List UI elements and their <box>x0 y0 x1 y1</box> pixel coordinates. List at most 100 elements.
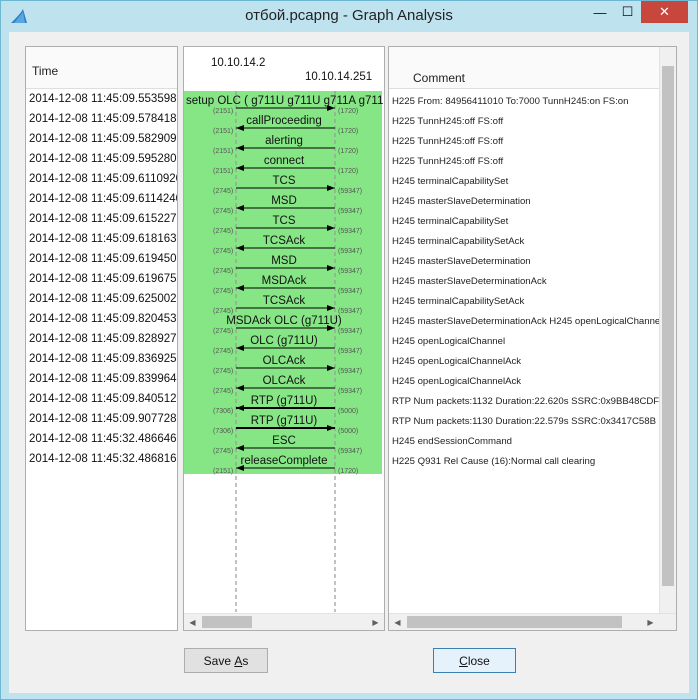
comment-row[interactable]: H245 terminalCapabilitySetAck <box>392 236 524 256</box>
flow-label: RTP (g711U) <box>251 415 318 427</box>
comment-row[interactable]: H225 TunnH245:off FS:off <box>392 136 503 156</box>
comment-row[interactable]: H225 TunnH245:off FS:off <box>392 156 503 176</box>
comment-row[interactable]: H245 masterSlaveDetermination <box>392 256 531 276</box>
close-window-button[interactable]: ✕ <box>641 1 688 23</box>
time-row[interactable]: 2014-12-08 11:45:32.4866460 <box>29 433 177 453</box>
comment-header: Comment <box>389 47 659 89</box>
scroll-left-arrow-icon[interactable]: ◀ <box>389 614 406 630</box>
port-a-label: (2745) <box>213 268 233 275</box>
port-b-label: (1720) <box>338 468 358 475</box>
time-row[interactable]: 2014-12-08 11:45:09.8399640 <box>29 373 177 393</box>
comment-row[interactable]: H245 masterSlaveDeterminationAck <box>392 276 547 296</box>
comment-row[interactable]: H225 Q931 Rel Cause (16):Normal call cle… <box>392 456 595 476</box>
port-a-label: (7306) <box>213 428 233 435</box>
time-row[interactable]: 2014-12-08 11:45:09.8204530 <box>29 313 177 333</box>
flow-label: OLC (g711U) <box>250 335 318 347</box>
time-row[interactable]: 2014-12-08 11:45:09.6114240 <box>29 193 177 213</box>
flow-label: MSD <box>271 195 297 207</box>
time-row[interactable]: 2014-12-08 11:45:09.8289270 <box>29 333 177 353</box>
port-b-label: (5000) <box>338 408 358 415</box>
comment-row[interactable]: H245 masterSlaveDeterminationAck H245 op… <box>392 316 662 336</box>
flow-label: MSDAck <box>262 275 307 287</box>
flow-label: MSDAck OLC (g711U) <box>226 315 342 327</box>
time-row[interactable]: 2014-12-08 11:45:09.8405120 <box>29 393 177 413</box>
flow-label: setup OLC ( g711U g711U g711A g711 <box>186 95 383 107</box>
graph-horizontal-scrollbar[interactable]: ◀ ▶ <box>184 613 384 630</box>
flow-diagram[interactable]: setup OLC ( g711U g711U g711A g711 (2151)… <box>184 47 385 615</box>
time-row[interactable]: 2014-12-08 11:45:09.8369250 <box>29 353 177 373</box>
flow-label: releaseComplete <box>241 455 328 467</box>
port-b-label: (1720) <box>338 128 358 135</box>
time-row[interactable]: 2014-12-08 11:45:09.9077280 <box>29 413 177 433</box>
port-b-label: (59347) <box>338 308 362 315</box>
graph-scroll-thumb[interactable] <box>202 616 252 628</box>
scroll-right-arrow-icon[interactable]: ▶ <box>367 614 384 630</box>
flow-label: alerting <box>265 135 303 147</box>
comment-pane[interactable]: Comment H225 From: 84956411010 To:7000 T… <box>388 46 677 631</box>
time-row[interactable]: 2014-12-08 11:45:09.6181630 <box>29 233 177 253</box>
time-row[interactable]: 2014-12-08 11:45:32.4868160 <box>29 453 177 473</box>
minimize-button[interactable]: — <box>586 1 614 23</box>
port-a-label: (2745) <box>213 448 233 455</box>
scroll-left-arrow-icon[interactable]: ◀ <box>184 614 201 630</box>
port-a-label: (2745) <box>213 308 233 315</box>
port-a-label: (2151) <box>213 468 233 475</box>
port-b-label: (1720) <box>338 108 358 115</box>
comment-row[interactable]: H245 terminalCapabilitySet <box>392 176 508 196</box>
time-row[interactable]: 2014-12-08 11:45:09.6196750 <box>29 273 177 293</box>
port-a-label: (2745) <box>213 328 233 335</box>
maximize-button[interactable]: ☐ <box>614 1 641 23</box>
time-row[interactable]: 2014-12-08 11:45:09.6194500 <box>29 253 177 273</box>
flow-label: ESC <box>272 435 296 447</box>
time-row[interactable]: 2014-12-08 11:45:09.5829090 <box>29 133 177 153</box>
comment-row[interactable]: RTP Num packets:1132 Duration:22.620s SS… <box>392 396 659 416</box>
time-row[interactable]: 2014-12-08 11:45:09.6110920 <box>29 173 177 193</box>
time-row[interactable]: 2014-12-08 11:45:09.6152270 <box>29 213 177 233</box>
time-pane[interactable]: Time 2014-12-08 11:45:09.5535980 2014-12-… <box>25 46 178 631</box>
close-button[interactable]: Close <box>433 648 516 673</box>
comment-row[interactable]: H245 openLogicalChannel <box>392 336 505 356</box>
comment-row[interactable]: H245 openLogicalChannelAck <box>392 376 521 396</box>
flow-label: TCS <box>273 175 296 187</box>
comment-row[interactable]: H245 masterSlaveDetermination <box>392 196 531 216</box>
port-b-label: (59347) <box>338 288 362 295</box>
save-as-button[interactable]: Save As <box>184 648 268 673</box>
port-a-label: (2745) <box>213 208 233 215</box>
flow-label: OLCAck <box>263 375 306 387</box>
flow-label: TCS <box>273 215 296 227</box>
title-bar[interactable]: отбой.pcapng - Graph Analysis — ☐ ✕ <box>1 1 697 32</box>
comment-row[interactable]: H225 TunnH245:off FS:off <box>392 116 503 136</box>
time-row[interactable]: 2014-12-08 11:45:09.5952800 <box>29 153 177 173</box>
scroll-right-arrow-icon[interactable]: ▶ <box>642 614 659 630</box>
port-a-label: (2151) <box>213 148 233 155</box>
time-row[interactable]: 2014-12-08 11:45:09.5535980 <box>29 93 177 113</box>
comment-row[interactable]: H245 endSessionCommand <box>392 436 512 456</box>
comment-row[interactable]: H245 openLogicalChannelAck <box>392 356 521 376</box>
flow-label: OLCAck <box>263 355 306 367</box>
flow-label: callProceeding <box>246 115 321 127</box>
port-a-label: (2745) <box>213 348 233 355</box>
graph-pane[interactable]: 10.10.14.2 10.10.14.251 setup OLC ( g711… <box>183 46 385 631</box>
comment-row[interactable]: H225 From: 84956411010 To:7000 TunnH245:… <box>392 96 628 116</box>
comment-row[interactable]: H245 terminalCapabilitySetAck <box>392 296 524 316</box>
comment-row[interactable]: H245 terminalCapabilitySet <box>392 216 508 236</box>
comment-hscroll-thumb[interactable] <box>407 616 622 628</box>
flow-label: MSD <box>271 255 297 267</box>
port-a-label: (2151) <box>213 128 233 135</box>
flow-label: RTP (g711U) <box>251 395 318 407</box>
dialog-client-area: Time 2014-12-08 11:45:09.5535980 2014-12-… <box>9 32 689 693</box>
port-a-label: (2745) <box>213 388 233 395</box>
time-column-title: Time <box>32 64 59 78</box>
port-a-label: (7306) <box>213 408 233 415</box>
port-a-label: (2151) <box>213 168 233 175</box>
time-row[interactable]: 2014-12-08 11:45:09.5784180 <box>29 113 177 133</box>
port-a-label: (2745) <box>213 288 233 295</box>
port-b-label: (59347) <box>338 268 362 275</box>
comment-row[interactable]: RTP Num packets:1130 Duration:22.579s SS… <box>392 416 656 436</box>
comment-horizontal-scrollbar[interactable]: ◀ ▶ <box>389 613 676 630</box>
comment-vertical-scrollbar[interactable] <box>659 47 676 613</box>
comment-vscroll-thumb[interactable] <box>662 66 674 586</box>
port-b-label: (59347) <box>338 368 362 375</box>
port-a-label: (2745) <box>213 368 233 375</box>
time-row[interactable]: 2014-12-08 11:45:09.6250020 <box>29 293 177 313</box>
